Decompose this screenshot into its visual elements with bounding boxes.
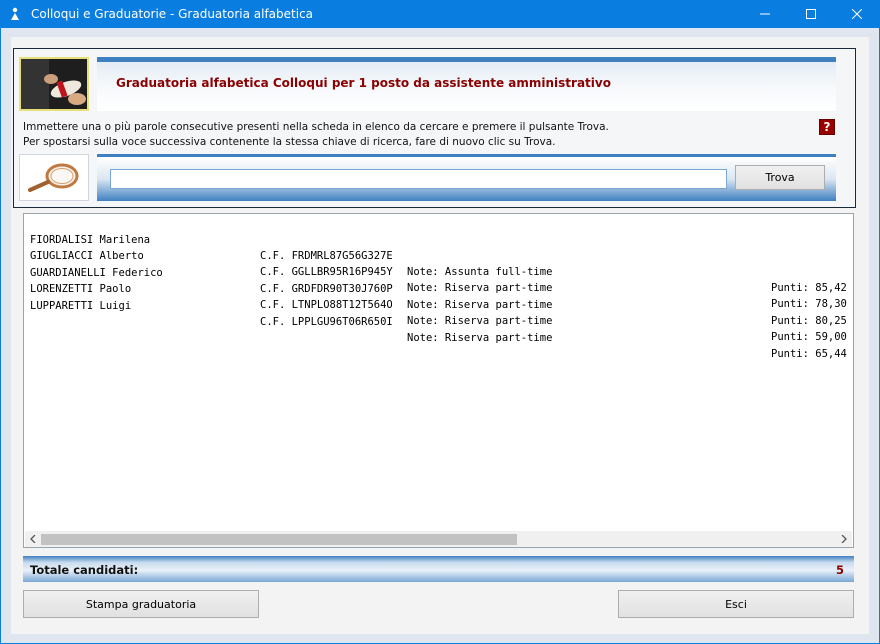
header-panel: Graduatoria alfabetica Colloqui per 1 po… <box>13 48 856 208</box>
instruction-line-1: Immettere una o più parole consecutive p… <box>23 121 609 133</box>
horizontal-scrollbar[interactable] <box>25 531 852 547</box>
candidate-note: Note: Riserva part-time <box>407 332 553 344</box>
diploma-logo-image <box>19 57 89 111</box>
list-item[interactable]: GUARDIANELLI Federico C.F. GRDFDR90T30J7… <box>30 249 847 327</box>
instruction-line-2: Per spostarsi sulla voce successiva cont… <box>23 136 556 148</box>
candidate-points: Punti: 59,00 <box>771 331 847 343</box>
candidate-points: Punti: 85,42 <box>771 282 847 294</box>
candidate-points: Punti: 65,44 <box>771 348 847 360</box>
candidate-points: Punti: 78,30 <box>771 298 847 310</box>
list-item[interactable]: LUPPARETTI Luigi C.F. LPPLGU96T06R650I N… <box>30 282 847 360</box>
minimize-button[interactable] <box>742 0 788 28</box>
maximize-button[interactable] <box>788 0 834 28</box>
header-banner: Graduatoria alfabetica Colloqui per 1 po… <box>97 57 836 111</box>
candidate-points: Punti: 80,25 <box>771 315 847 327</box>
print-ranking-button[interactable]: Stampa graduatoria <box>23 590 259 618</box>
close-button[interactable] <box>834 0 880 28</box>
totals-label: Totale candidati: <box>30 563 139 577</box>
candidate-cf: C.F. GGLLBR95R16P945Y <box>260 266 393 278</box>
totals-bar: Totale candidati: 5 <box>23 556 854 582</box>
window-title: Colloqui e Graduatorie - Graduatoria alf… <box>31 7 314 21</box>
candidate-cf: C.F. LTNPLO88T12T564O <box>260 299 393 311</box>
search-input[interactable] <box>110 169 727 189</box>
candidate-cf: C.F. FRDMRL87G56G327E <box>260 250 393 262</box>
app-icon <box>7 6 23 22</box>
title-bar: Colloqui e Graduatorie - Graduatoria alf… <box>0 0 880 28</box>
candidate-note: Note: Riserva part-time <box>407 299 553 311</box>
scroll-right-icon[interactable] <box>836 531 852 547</box>
instructions: Immettere una o più parole consecutive p… <box>23 120 609 150</box>
candidate-note: Note: Riserva part-time <box>407 282 553 294</box>
exit-button[interactable]: Esci <box>618 590 854 618</box>
candidate-list[interactable]: FIORDALISI Marilena C.F. FRDMRL87G56G327… <box>23 213 854 548</box>
magnifier-icon <box>19 154 89 201</box>
trova-button[interactable]: Trova <box>735 165 825 190</box>
candidate-note: Note: Riserva part-time <box>407 315 553 327</box>
candidate-name: LUPPARETTI Luigi <box>30 300 132 312</box>
totals-value: 5 <box>835 563 844 577</box>
candidate-note: Note: Assunta full-time <box>407 266 553 278</box>
help-icon[interactable]: ? <box>819 119 835 135</box>
list-item[interactable]: LORENZETTI Paolo C.F. LTNPLO88T12T564O N… <box>30 265 847 343</box>
search-bar: Trova <box>97 154 836 201</box>
scroll-left-icon[interactable] <box>25 531 41 547</box>
page-title: Graduatoria alfabetica Colloqui per 1 po… <box>116 76 611 90</box>
list-item[interactable]: FIORDALISI Marilena C.F. FRDMRL87G56G327… <box>30 216 847 294</box>
list-item[interactable]: GIUGLIACCI Alberto C.F. GGLLBR95R16P945Y… <box>30 232 847 310</box>
candidate-cf: C.F. GRDFDR90T30J760P <box>260 283 393 295</box>
scrollbar-thumb[interactable] <box>41 534 517 545</box>
candidate-cf: C.F. LPPLGU96T06R650I <box>260 316 393 328</box>
